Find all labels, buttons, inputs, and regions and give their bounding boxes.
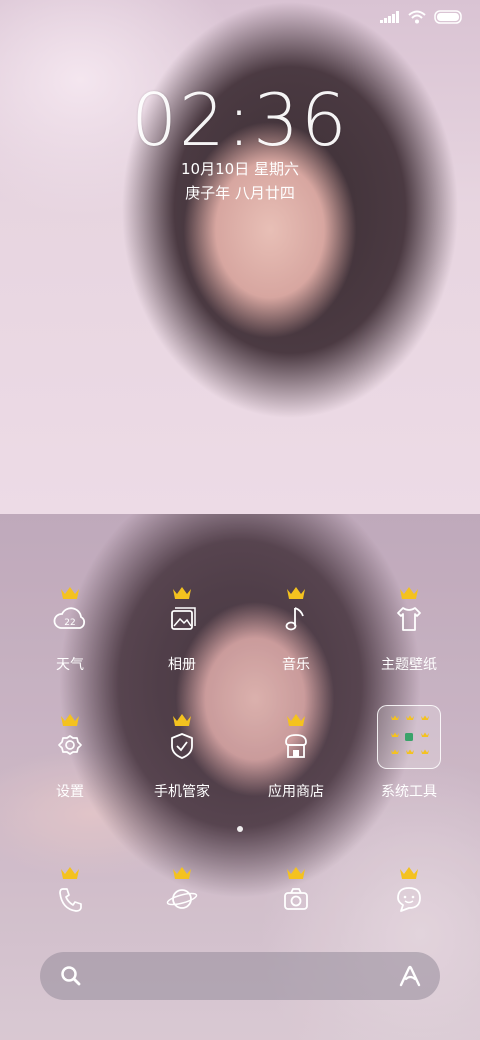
crown-icon <box>173 867 191 879</box>
clock-date: 10月10日 星期六 <box>181 160 299 178</box>
crown-icon <box>61 714 79 726</box>
music-icon <box>285 607 304 631</box>
app-label: 系统工具 <box>381 784 437 800</box>
camera-icon <box>284 888 308 910</box>
gallery-icon <box>171 607 196 630</box>
search-icon[interactable] <box>60 965 82 987</box>
lunar-date: 庚子年 八月廿四 <box>185 184 295 202</box>
app-security[interactable]: 手机管家 <box>122 713 242 801</box>
assistant-icon[interactable] <box>398 965 422 987</box>
app-label: 天气 <box>56 657 84 673</box>
crown-icon <box>173 714 191 726</box>
crown-icon <box>400 587 418 599</box>
theme-icon <box>397 607 421 631</box>
crown-icon <box>173 587 191 599</box>
security-icon <box>171 733 193 759</box>
browser-icon <box>166 889 198 909</box>
app-music[interactable]: 音乐 <box>236 586 356 674</box>
clock-time: 02:36 <box>131 78 349 162</box>
app-label: 主题壁纸 <box>381 657 437 673</box>
app-label: 音乐 <box>282 657 310 673</box>
crown-icon <box>61 587 79 599</box>
dock-phone[interactable] <box>10 866 130 930</box>
page-indicator <box>0 826 480 832</box>
app-label: 应用商店 <box>268 784 324 800</box>
crown-icon <box>287 587 305 599</box>
wifi-icon <box>408 10 426 24</box>
search-bar[interactable] <box>40 952 440 1000</box>
weather-icon: 22 <box>53 607 86 629</box>
crown-icon <box>61 867 79 879</box>
crown-icon <box>400 867 418 879</box>
phone-icon <box>59 888 82 912</box>
dock-browser[interactable] <box>122 866 242 930</box>
app-weather[interactable]: 22 天气 <box>10 586 130 674</box>
settings-icon <box>58 735 82 755</box>
dock-messages[interactable] <box>349 866 469 930</box>
folder-icon[interactable] <box>377 705 441 769</box>
status-bar <box>380 10 464 24</box>
app-gallery[interactable]: 相册 <box>122 586 242 674</box>
app-label: 相册 <box>168 657 196 673</box>
page-dot <box>237 826 243 832</box>
messages-icon <box>397 887 421 912</box>
battery-icon <box>434 10 462 24</box>
app-store-icon <box>285 734 307 758</box>
app-label: 手机管家 <box>154 784 210 800</box>
app-theme[interactable]: 主题壁纸 <box>349 586 469 674</box>
app-store[interactable]: 应用商店 <box>236 713 356 801</box>
crown-icon <box>287 714 305 726</box>
crown-icon <box>287 867 305 879</box>
weather-temp: 22 <box>64 618 75 628</box>
folder-contents-icon <box>391 715 429 754</box>
app-label: 设置 <box>56 784 84 800</box>
dock-camera[interactable] <box>236 866 356 930</box>
app-settings[interactable]: 设置 <box>10 713 130 801</box>
signal-icon <box>380 11 399 23</box>
